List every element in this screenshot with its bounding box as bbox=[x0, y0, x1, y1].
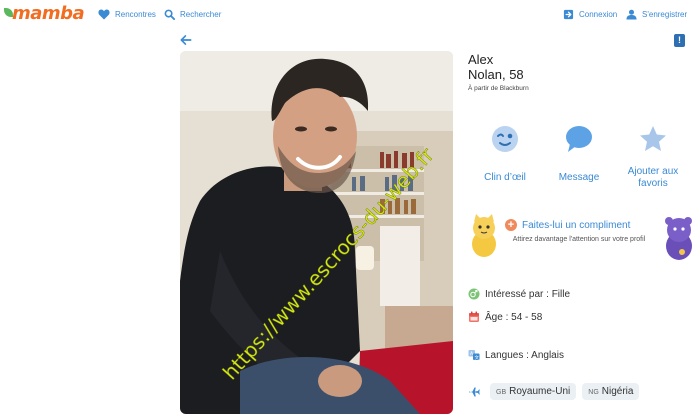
nav-enregistrer[interactable]: S'enregistrer bbox=[626, 8, 687, 20]
countries-row: GB Royaume-Uni NG Nigéria bbox=[468, 383, 640, 400]
report-icon[interactable]: ! bbox=[674, 34, 685, 47]
profile-photo-image: https://www.escrocs-du-web.fr bbox=[180, 51, 453, 414]
country-code: GB bbox=[496, 389, 507, 396]
message-label: Message bbox=[558, 172, 600, 183]
nav-rencontres[interactable]: Rencontres bbox=[98, 8, 156, 20]
age-text: Âge : 54 - 58 bbox=[485, 311, 543, 323]
mamba-logo[interactable]: mamba bbox=[4, 3, 85, 24]
nav-connexion[interactable]: Connexion bbox=[563, 8, 617, 20]
message-icon bbox=[566, 126, 592, 152]
interest-row: Intéressé par : Fille bbox=[468, 288, 570, 300]
bear-sticker-icon bbox=[665, 217, 692, 260]
compliment-title: Faites-lui un compliment bbox=[522, 219, 631, 231]
plus-icon: + bbox=[505, 219, 517, 231]
message-button[interactable]: Message bbox=[544, 124, 614, 184]
nav-label: Rencontres bbox=[115, 9, 156, 19]
nav-rechercher[interactable]: Rechercher bbox=[164, 8, 221, 20]
profile-name-age: Nolan, 58 bbox=[468, 67, 524, 82]
back-arrow-icon[interactable] bbox=[179, 33, 193, 47]
languages-row: A 文 Langues : Anglais bbox=[468, 349, 564, 361]
login-icon bbox=[563, 9, 574, 19]
country-name: Royaume-Uni bbox=[509, 386, 571, 397]
plane-icon bbox=[469, 387, 480, 396]
wink-icon bbox=[492, 126, 518, 152]
country-code: NG bbox=[588, 389, 599, 396]
wink-button[interactable]: Clin d’œil bbox=[470, 124, 540, 184]
compliment-button[interactable]: + Faites-lui un compliment bbox=[505, 219, 630, 231]
country-chip-gb[interactable]: GB Royaume-Uni bbox=[490, 383, 577, 400]
profile-first-name: Alex bbox=[468, 52, 494, 67]
compliment-subtitle: Attirez davantage l'attention sur votre … bbox=[512, 236, 646, 243]
heart-icon bbox=[98, 9, 110, 19]
languages-text: Langues : Anglais bbox=[485, 349, 564, 361]
nav-label: Connexion bbox=[579, 9, 618, 19]
translate-icon: A 文 bbox=[468, 350, 480, 361]
nav-label: Rechercher bbox=[180, 9, 222, 19]
interest-text: Intéressé par : Fille bbox=[485, 288, 571, 300]
gender-icon bbox=[468, 288, 480, 300]
user-icon bbox=[626, 9, 637, 20]
wink-label: Clin d’œil bbox=[484, 172, 526, 183]
age-row: Âge : 54 - 58 bbox=[468, 311, 542, 323]
logo-text: mamba bbox=[12, 3, 85, 24]
star-icon bbox=[640, 126, 666, 151]
favorites-label: Ajouter aux favoris bbox=[627, 166, 679, 189]
calendar-icon bbox=[469, 311, 479, 322]
cat-sticker-icon bbox=[472, 214, 496, 257]
country-name: Nigéria bbox=[601, 386, 634, 397]
nav-label: S'enregistrer bbox=[642, 9, 688, 19]
profile-photo[interactable]: https://www.escrocs-du-web.fr bbox=[180, 51, 453, 414]
search-icon bbox=[164, 9, 175, 20]
country-chip-ng[interactable]: NG Nigéria bbox=[582, 383, 640, 400]
profile-location: À partir de Blackburn bbox=[468, 85, 529, 92]
favorites-button[interactable]: Ajouter aux favoris bbox=[618, 124, 688, 190]
